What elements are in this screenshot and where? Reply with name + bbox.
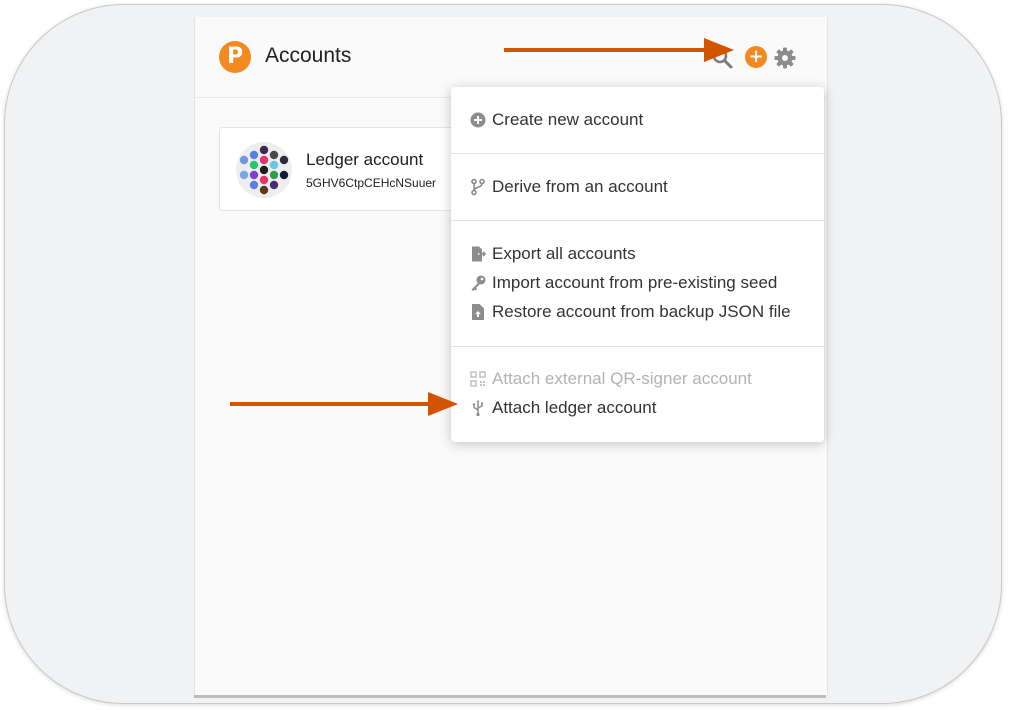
gear-icon[interactable] [773, 46, 797, 70]
menu-divider [451, 153, 824, 154]
add-account-menu: Create new account Derive from an accoun… [451, 87, 824, 442]
code-branch-icon [471, 178, 485, 196]
menu-item-label: Import account from pre-existing seed [492, 273, 778, 292]
menu-item-attach-ledger[interactable]: Attach ledger account [469, 395, 656, 421]
menu-item-label: Create new account [492, 110, 644, 129]
menu-item-label: Derive from an account [492, 177, 668, 196]
identicon-avatar [236, 142, 292, 198]
menu-item-restore-json[interactable]: Restore account from backup JSON file [469, 299, 791, 325]
menu-item-attach-qr: Attach external QR-signer account [469, 366, 752, 392]
annotation-arrow-ledger [230, 392, 458, 416]
popup-bottom-edge [194, 695, 826, 698]
qrcode-icon [470, 371, 486, 387]
file-upload-icon [472, 304, 484, 320]
menu-item-label: Attach external QR-signer account [492, 369, 752, 388]
polkadot-logo-icon: P [219, 41, 251, 73]
key-icon [471, 275, 486, 291]
menu-item-export-all[interactable]: Export all accounts [469, 241, 636, 267]
add-account-button[interactable]: + [745, 46, 767, 68]
menu-item-label: Attach ledger account [492, 398, 657, 417]
menu-item-label: Restore account from backup JSON file [492, 302, 791, 321]
screenshot-frame: P Accounts + Ledger account 5GHV6CtpCEHc… [4, 4, 1002, 704]
plus-circle-icon [470, 112, 486, 128]
annotation-arrow-top [504, 38, 734, 62]
menu-item-create-account[interactable]: Create new account [469, 107, 643, 133]
usb-icon [472, 400, 483, 417]
account-address: 5GHV6CtpCEHcNSuuer [306, 176, 437, 190]
file-export-icon [472, 246, 487, 262]
account-name: Ledger account [306, 150, 424, 169]
page-title: Accounts [265, 44, 352, 67]
menu-item-derive-account[interactable]: Derive from an account [469, 174, 668, 200]
menu-divider [451, 220, 824, 221]
account-card[interactable]: Ledger account 5GHV6CtpCEHcNSuuer [219, 127, 481, 211]
menu-divider [451, 346, 824, 347]
menu-item-import-seed[interactable]: Import account from pre-existing seed [469, 270, 777, 296]
menu-item-label: Export all accounts [492, 244, 636, 263]
plus-circle-icon: + [748, 46, 764, 67]
